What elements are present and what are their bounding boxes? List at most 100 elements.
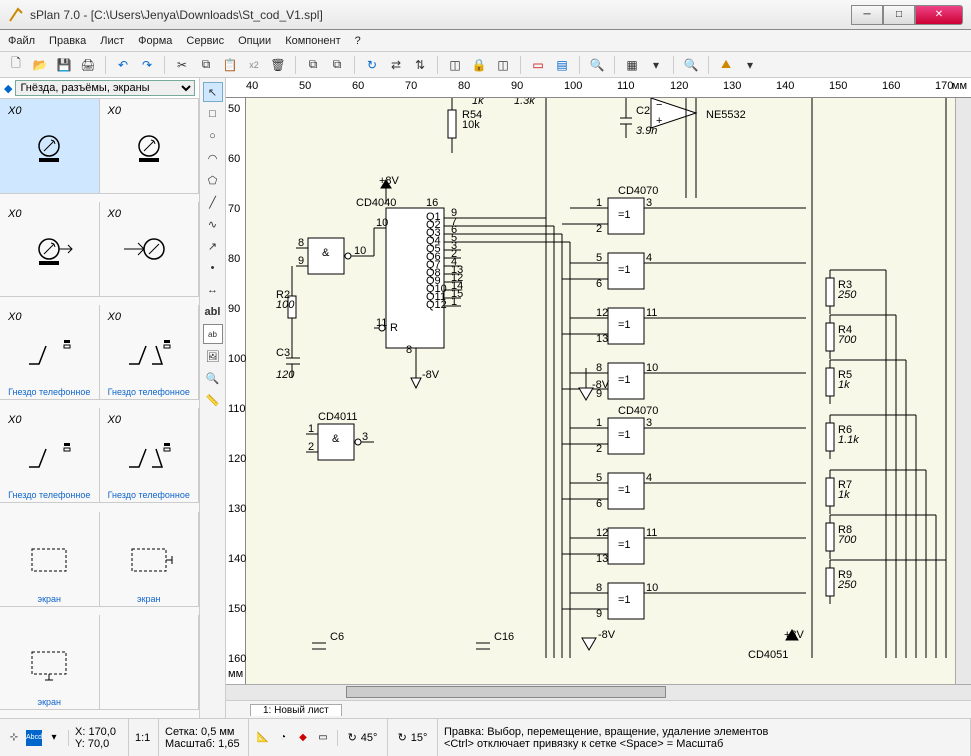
bezier-tool[interactable]: ∿: [203, 214, 223, 234]
svg-text:CD4051: CD4051: [748, 649, 788, 661]
component-cell-4[interactable]: X0Гнездо телефонное: [0, 305, 100, 400]
menu-edit[interactable]: Правка: [49, 35, 86, 47]
layers-icon[interactable]: ▦: [622, 55, 642, 75]
svg-text:100: 100: [276, 299, 295, 311]
component-grid: X0X0X0X0X0Гнездо телефонноеX0Гнездо теле…: [0, 99, 199, 718]
component-cell-0[interactable]: X0: [0, 99, 100, 194]
svg-text:+: +: [656, 115, 662, 127]
list-icon[interactable]: ▤: [552, 55, 572, 75]
undo-icon[interactable]: ↶: [113, 55, 133, 75]
menu-help[interactable]: ?: [355, 35, 361, 47]
menu-options[interactable]: Опции: [238, 35, 271, 47]
svg-text:-8V: -8V: [592, 379, 610, 391]
snap-dropdown-icon[interactable]: ▾: [46, 730, 62, 746]
component-cell-10[interactable]: экран: [0, 615, 100, 710]
lock-icon[interactable]: 🔒: [469, 55, 489, 75]
component-cell-7[interactable]: X0Гнездо телефонное: [100, 408, 200, 503]
save-icon[interactable]: 💾: [54, 55, 74, 75]
component-cell-2[interactable]: X0: [0, 202, 100, 297]
text-tool[interactable]: abl: [203, 302, 223, 322]
measure-tool[interactable]: 📏: [203, 390, 223, 410]
menu-form[interactable]: Форма: [138, 35, 172, 47]
grid-scale: Сетка: 0,5 мм Масштаб: 1,65: [159, 719, 249, 756]
image-tool[interactable]: 🖼: [203, 346, 223, 366]
open-icon[interactable]: 📂: [30, 55, 50, 75]
snap1-icon[interactable]: ⊹: [6, 730, 22, 746]
component-cell-8[interactable]: экран: [0, 512, 100, 607]
dropdown-icon[interactable]: ▾: [646, 55, 666, 75]
rotleft-icon[interactable]: ↻: [362, 55, 382, 75]
close-button[interactable]: ✕: [915, 5, 963, 25]
library-select[interactable]: Гнёзда, разъёмы, экраны: [15, 80, 195, 96]
paste-icon[interactable]: 📋: [220, 55, 240, 75]
fliph-icon[interactable]: ⇄: [386, 55, 406, 75]
style3-icon[interactable]: ◆: [295, 730, 311, 746]
svg-text:1: 1: [596, 417, 602, 429]
canvas[interactable]: R54 10k 1k 1.3k C27 3.9n NE5532 −: [246, 98, 955, 684]
component-cell-9[interactable]: экран: [100, 512, 200, 607]
page-tab-1[interactable]: 1: Новый лист: [250, 704, 342, 716]
status-hint: Правка: Выбор, перемещение, вращение, уд…: [438, 719, 971, 756]
zoom-ratio: 1:1: [129, 719, 159, 756]
component-cell-1[interactable]: X0: [100, 99, 200, 194]
menu-service[interactable]: Сервис: [186, 35, 224, 47]
component-cell-3[interactable]: X0: [100, 202, 200, 297]
copy2-icon[interactable]: ⧉: [303, 55, 323, 75]
svg-text:250: 250: [837, 289, 857, 301]
dropdown2-icon[interactable]: ▾: [740, 55, 760, 75]
search-icon[interactable]: 🔍: [587, 55, 607, 75]
textbox-tool[interactable]: ab: [203, 324, 223, 344]
svg-text:&: &: [332, 433, 340, 445]
svg-text:CD4011: CD4011: [318, 411, 358, 423]
svg-text:=1: =1: [618, 209, 631, 221]
svg-text:=1: =1: [618, 594, 631, 606]
svg-text:10: 10: [354, 245, 366, 257]
line-tool[interactable]: ╱: [203, 192, 223, 212]
flipv-icon[interactable]: ⇅: [410, 55, 430, 75]
svg-text:12: 12: [596, 527, 608, 539]
svg-text:13: 13: [596, 553, 608, 565]
zoomtool[interactable]: 🔍: [203, 368, 223, 388]
arrow-tool[interactable]: ↗: [203, 236, 223, 256]
node-tool[interactable]: •: [203, 258, 223, 278]
print-icon[interactable]: 🖨: [78, 55, 98, 75]
rect-tool[interactable]: □: [203, 104, 223, 124]
circle-tool[interactable]: ○: [203, 126, 223, 146]
svg-text:Q12: Q12: [426, 299, 447, 311]
component-cell-6[interactable]: X0Гнездо телефонное: [0, 408, 100, 503]
group-icon[interactable]: ◫: [445, 55, 465, 75]
style2-icon[interactable]: ◔: [275, 730, 291, 746]
snap2-icon[interactable]: Abcd: [26, 730, 42, 746]
svg-text:2: 2: [308, 441, 314, 453]
poly-tool[interactable]: ⬠: [203, 170, 223, 190]
cut-icon[interactable]: ✂: [172, 55, 192, 75]
special-tool[interactable]: ◠: [203, 148, 223, 168]
style1-icon[interactable]: 📐: [255, 730, 271, 746]
copy-icon[interactable]: ⧉: [196, 55, 216, 75]
component-cell-5[interactable]: X0Гнездо телефонное: [100, 305, 200, 400]
menu-file[interactable]: Файл: [8, 35, 35, 47]
svg-text:C16: C16: [494, 631, 514, 643]
minimize-button[interactable]: ─: [851, 5, 883, 25]
menu-component[interactable]: Компонент: [285, 35, 340, 47]
paste2-icon[interactable]: ⧉: [327, 55, 347, 75]
pointer-tool[interactable]: ↖: [203, 82, 223, 102]
component-cell-11[interactable]: [100, 615, 200, 710]
svg-text:-8V: -8V: [422, 369, 440, 381]
dimension-tool[interactable]: ↔: [203, 280, 223, 300]
vertical-scrollbar[interactable]: [955, 98, 971, 684]
maximize-button[interactable]: □: [883, 5, 915, 25]
ungroup-icon[interactable]: ◫: [493, 55, 513, 75]
delete-icon[interactable]: 🗑: [268, 55, 288, 75]
x2-icon[interactable]: x2: [244, 55, 264, 75]
svg-text:6: 6: [596, 278, 602, 290]
redo-icon[interactable]: ↷: [137, 55, 157, 75]
zoom-icon[interactable]: 🔍: [681, 55, 701, 75]
svg-text:5: 5: [596, 472, 602, 484]
style4-icon[interactable]: ▭: [315, 730, 331, 746]
new-icon[interactable]: 🗋: [6, 55, 26, 75]
select-icon[interactable]: ▭: [528, 55, 548, 75]
browse-icon[interactable]: ⛰: [716, 55, 736, 75]
horizontal-scrollbar[interactable]: [226, 684, 971, 700]
menu-sheet[interactable]: Лист: [100, 35, 124, 47]
